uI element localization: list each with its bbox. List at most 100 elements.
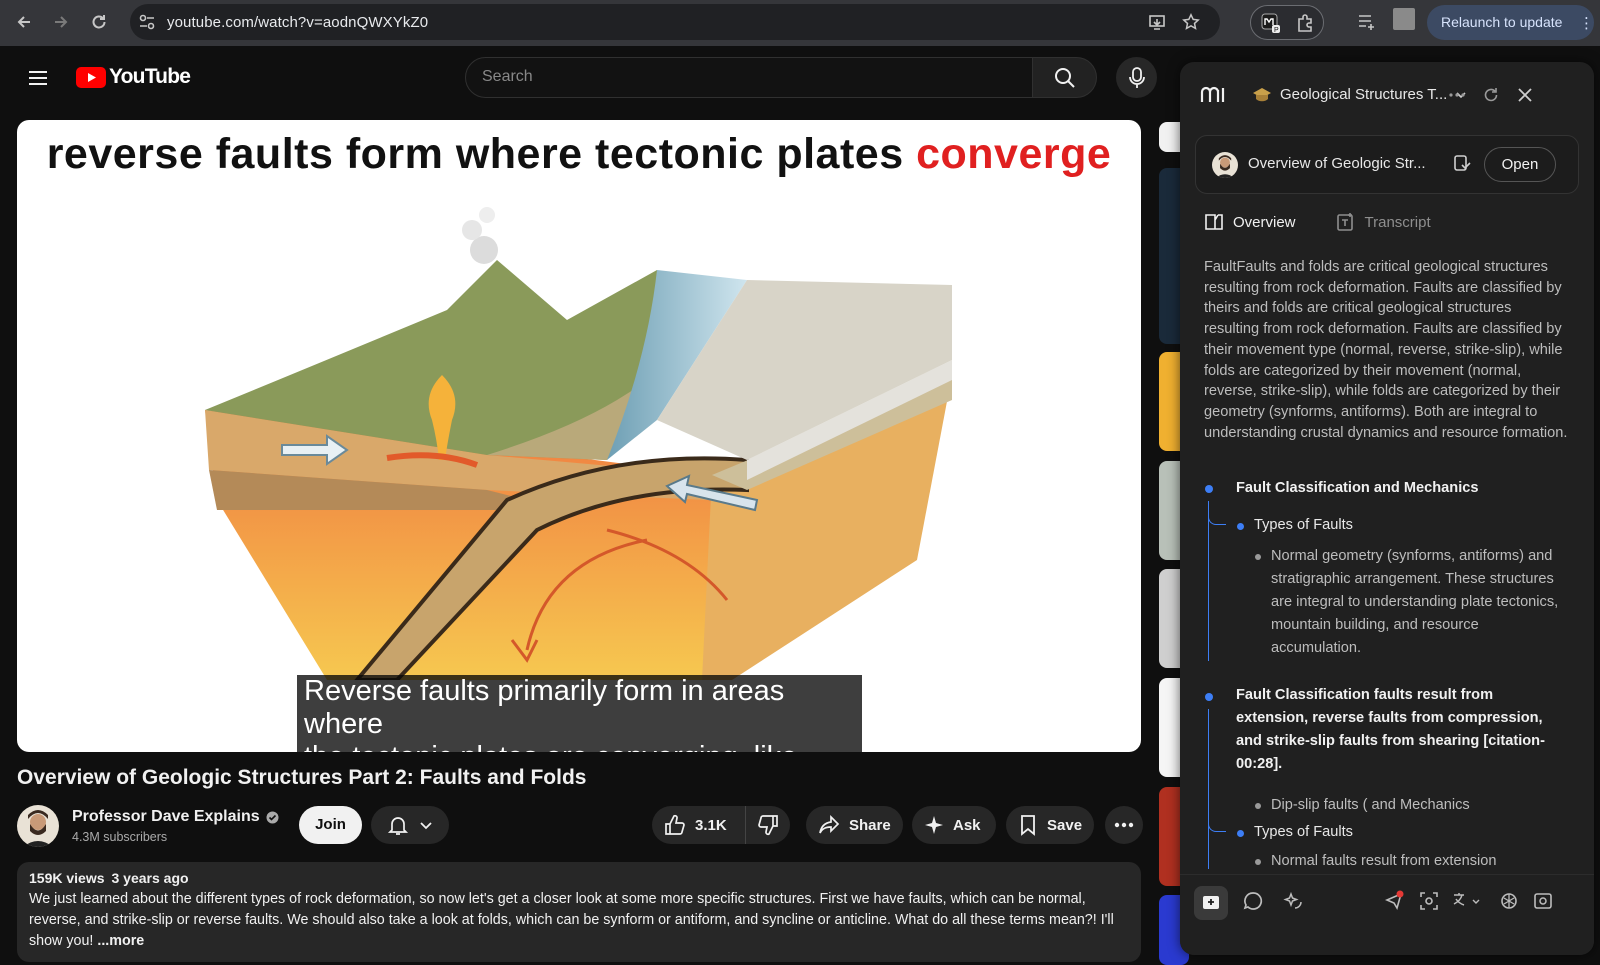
- microphone-icon: [1128, 66, 1145, 88]
- join-button[interactable]: Join: [299, 806, 362, 844]
- thumbs-up-icon: [665, 814, 685, 835]
- chat-bubble-icon[interactable]: [1242, 890, 1264, 912]
- slide-title: reverse faults form where tectonic plate…: [17, 130, 1141, 179]
- section-heading: Fault Classification faults result from …: [1236, 687, 1545, 772]
- like-dislike-group: 3.1K: [652, 806, 790, 844]
- channel-name[interactable]: Professor Dave Explains: [72, 808, 279, 826]
- ask-button[interactable]: Ask: [912, 806, 996, 844]
- leaf-text: Normal faults result from extension: [1271, 853, 1497, 866]
- caption-line: Reverse faults primarily form in areas w…: [297, 675, 862, 741]
- bookmark-star-icon[interactable]: [1182, 13, 1200, 31]
- openai-model-icon[interactable]: [1498, 890, 1520, 912]
- search-field[interactable]: [465, 57, 1033, 98]
- leaf-text: Normal geometry (synforms, antiforms) an…: [1271, 548, 1559, 656]
- subsection-bullet: [1237, 523, 1244, 530]
- captions: Reverse faults primarily form in areas w…: [297, 675, 862, 752]
- subsection-heading: Types of Faults: [1254, 517, 1353, 533]
- summary-side-panel: Geological Structures T... Overview of G…: [1180, 62, 1594, 955]
- more-horizontal-icon: [1114, 822, 1134, 828]
- tree-connector: [1208, 818, 1226, 832]
- relaunch-button[interactable]: Relaunch to update ⋮: [1427, 5, 1594, 40]
- leaf-bullet: [1255, 803, 1261, 809]
- kebab-menu-icon[interactable]: ⋮: [1579, 14, 1594, 32]
- view-count: 159K views: [29, 870, 105, 886]
- avatar-portrait-icon: [23, 810, 53, 847]
- open-button[interactable]: Open: [1484, 147, 1556, 182]
- ai-spark-icon[interactable]: [1283, 890, 1305, 912]
- search-icon: [1054, 67, 1075, 88]
- like-count: 3.1K: [695, 816, 727, 834]
- video-player[interactable]: reverse faults form where tectonic plate…: [17, 120, 1141, 752]
- archive-box-icon[interactable]: [1201, 892, 1221, 912]
- search-button[interactable]: [1033, 57, 1097, 98]
- like-button[interactable]: 3.1K: [652, 806, 746, 844]
- tab-transcript-label: Transcript: [1364, 213, 1431, 231]
- save-button[interactable]: Save: [1006, 806, 1094, 844]
- description-box[interactable]: 159K views 3 years ago We just learned ab…: [17, 862, 1141, 962]
- notifications-button[interactable]: [371, 806, 449, 844]
- hamburger-menu-button[interactable]: [26, 66, 50, 90]
- back-button[interactable]: [11, 9, 37, 35]
- voice-search-button[interactable]: [1116, 57, 1157, 98]
- tree-connector: [1208, 709, 1209, 869]
- save-label: Save: [1047, 816, 1083, 834]
- tab-transcript[interactable]: Transcript: [1336, 212, 1431, 232]
- leaf-text: Dip-slip faults ( and Mechanics: [1271, 797, 1470, 813]
- thumbs-down-icon: [758, 815, 778, 836]
- reload-button[interactable]: [86, 9, 112, 35]
- subscriber-count: 4.3M subscribers: [72, 830, 168, 844]
- leaf-bullet: [1255, 554, 1261, 560]
- section-bullet: [1205, 693, 1213, 701]
- video-title: Overview of Geologic Structures Part 2: …: [17, 766, 587, 789]
- address-bar[interactable]: youtube.com/watch?v=aodnQWXYkZ0: [130, 4, 1220, 40]
- install-app-icon[interactable]: [1148, 13, 1166, 31]
- tab-overview[interactable]: Overview: [1204, 212, 1296, 232]
- puzzle-extensions-icon[interactable]: [1295, 13, 1315, 33]
- arrow-right-icon: [55, 16, 68, 28]
- youtube-play-logo-icon: [76, 66, 106, 88]
- share-arrow-icon: [819, 814, 840, 834]
- screenshot-scan-icon[interactable]: [1418, 890, 1440, 912]
- description-body: We just learned about the different type…: [29, 891, 1114, 949]
- relaunch-label: Relaunch to update: [1441, 14, 1563, 30]
- reading-list-icon[interactable]: [1357, 13, 1377, 31]
- dislike-button[interactable]: [746, 814, 779, 836]
- description-text: We just learned about the different type…: [29, 889, 1129, 952]
- channel-name-text[interactable]: Professor Dave Explains: [72, 808, 260, 826]
- search-input[interactable]: [482, 68, 1002, 86]
- description-meta: 159K views 3 years ago: [29, 870, 1129, 886]
- chevron-down-icon: [420, 822, 432, 830]
- section-heading: Fault Classification and Mechanics: [1236, 480, 1479, 496]
- panel-toolbar: [1180, 874, 1594, 955]
- translate-icon[interactable]: [1451, 890, 1481, 912]
- profile-avatar[interactable]: [1393, 8, 1415, 30]
- close-icon[interactable]: [1516, 86, 1534, 104]
- extension-logo-icon[interactable]: [1200, 86, 1228, 104]
- copy-link-icon[interactable]: [1452, 154, 1472, 174]
- refresh-icon[interactable]: [1482, 86, 1500, 104]
- channel-avatar[interactable]: [17, 805, 59, 847]
- youtube-logo[interactable]: YouTube: [76, 65, 191, 89]
- verified-check-icon: [266, 811, 279, 823]
- sparkle-icon: [925, 816, 943, 834]
- more-options-icon[interactable]: [1448, 86, 1466, 104]
- description-more-link[interactable]: ...more: [97, 933, 144, 949]
- site-settings-icon[interactable]: [138, 13, 156, 31]
- mindgrasp-extension-icon[interactable]: P: [1261, 13, 1281, 33]
- menu-icon: [29, 71, 47, 85]
- share-button[interactable]: Share: [806, 806, 903, 844]
- subsection-heading: Types of Faults: [1254, 824, 1353, 840]
- leaf-bullet: [1255, 859, 1261, 865]
- overview-icon: [1205, 214, 1223, 230]
- tree-connector: [1208, 511, 1226, 525]
- sidebar-settings-icon[interactable]: [1532, 890, 1554, 912]
- youtube-wordmark: YouTube: [109, 65, 191, 88]
- notifications-badge-icon[interactable]: [1384, 890, 1406, 912]
- panel-tabs: Overview Transcript: [1204, 212, 1431, 232]
- forward-button[interactable]: [48, 9, 74, 35]
- caption-line: the tectonic plates are converging, like…: [297, 741, 862, 752]
- tectonic-plate-diagram: [205, 207, 952, 680]
- more-actions-button[interactable]: [1105, 806, 1143, 844]
- course-selector[interactable]: Geological Structures T...: [1252, 86, 1467, 103]
- current-video-card: Overview of Geologic Str... Open: [1195, 135, 1579, 194]
